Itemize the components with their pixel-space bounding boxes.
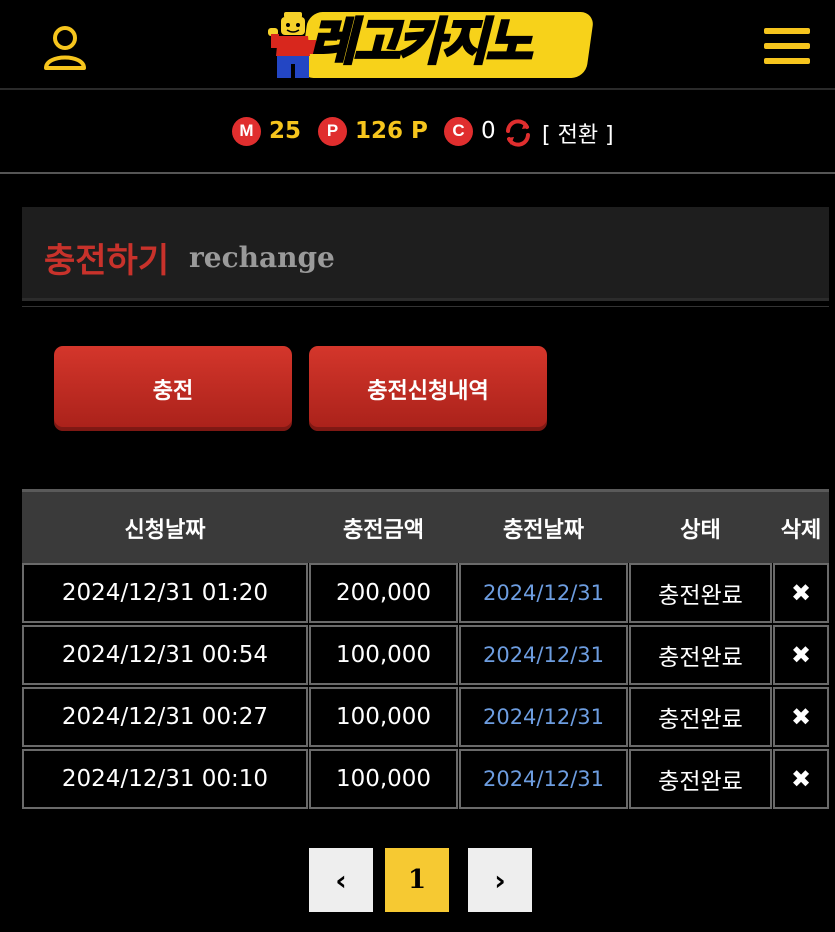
delete-icon[interactable]: ✖ bbox=[773, 687, 829, 747]
amount-cell: 100,000 bbox=[309, 625, 458, 685]
site-logo[interactable]: 레고카지노 bbox=[268, 8, 595, 80]
logo-text: 레고카지노 bbox=[309, 12, 534, 73]
requested-date-cell: 2024/12/31 00:54 bbox=[22, 625, 308, 685]
money-balance: M 25 bbox=[232, 116, 301, 146]
point-balance: P 126 P bbox=[318, 116, 428, 146]
charged-date-cell: 2024/12/31 bbox=[459, 749, 628, 809]
user-icon[interactable] bbox=[42, 24, 88, 72]
charge-history-button[interactable]: 충전신청내역 bbox=[309, 346, 547, 431]
table-row: 2024/12/31 00:27 100,000 2024/12/31 충전완료… bbox=[22, 687, 829, 749]
charged-date-cell: 2024/12/31 bbox=[459, 687, 628, 747]
header-status: 상태 bbox=[680, 518, 721, 543]
status-cell: 충전완료 bbox=[629, 563, 772, 623]
page-title: 충전하기 bbox=[44, 241, 170, 281]
prev-page-button[interactable]: ‹ bbox=[309, 848, 373, 912]
next-page-button[interactable]: › bbox=[468, 848, 532, 912]
header-charged-date: 충전날짜 bbox=[503, 518, 584, 543]
header-requested-date: 신청날짜 bbox=[124, 518, 206, 543]
current-page-button[interactable]: 1 bbox=[385, 848, 449, 912]
requested-date-cell: 2024/12/31 01:20 bbox=[22, 563, 308, 623]
delete-icon[interactable]: ✖ bbox=[773, 625, 829, 685]
table-header: 신청날짜 충전금액 충전날짜 상태 삭제 bbox=[22, 489, 829, 563]
swap-button[interactable]: [ 전환 ] bbox=[542, 117, 614, 149]
table-row: 2024/12/31 01:20 200,000 2024/12/31 충전완료… bbox=[22, 563, 829, 625]
header-delete: 삭제 bbox=[780, 518, 822, 543]
point-badge-icon: P bbox=[318, 116, 347, 146]
status-cell: 충전완료 bbox=[629, 687, 772, 747]
charge-button[interactable]: 충전 bbox=[54, 346, 292, 431]
top-header: 레고카지노 bbox=[0, 0, 835, 90]
casino-badge-icon: C bbox=[444, 116, 473, 146]
refresh-icon[interactable] bbox=[503, 118, 533, 148]
header-amount: 충전금액 bbox=[343, 518, 424, 543]
charged-date-cell: 2024/12/31 bbox=[459, 625, 628, 685]
amount-cell: 100,000 bbox=[309, 687, 458, 747]
charged-date-cell: 2024/12/31 bbox=[459, 563, 628, 623]
money-value: 25 bbox=[269, 118, 302, 144]
delete-icon[interactable]: ✖ bbox=[773, 563, 829, 623]
table-row: 2024/12/31 00:10 100,000 2024/12/31 충전완료… bbox=[22, 749, 829, 811]
amount-cell: 100,000 bbox=[309, 749, 458, 809]
section-header: 충전하기 rechange bbox=[22, 207, 829, 301]
casino-balance: C 0 bbox=[444, 116, 496, 146]
section-divider bbox=[22, 306, 829, 307]
charge-history-table: 신청날짜 충전금액 충전날짜 상태 삭제 2024/12/31 01:20 20… bbox=[22, 489, 829, 811]
delete-icon[interactable]: ✖ bbox=[773, 749, 829, 809]
requested-date-cell: 2024/12/31 00:10 bbox=[22, 749, 308, 809]
page-subtitle: rechange bbox=[189, 241, 335, 274]
status-cell: 충전완료 bbox=[629, 625, 772, 685]
status-cell: 충전완료 bbox=[629, 749, 772, 809]
table-row: 2024/12/31 00:54 100,000 2024/12/31 충전완료… bbox=[22, 625, 829, 687]
hamburger-menu-icon[interactable] bbox=[764, 28, 810, 68]
money-badge-icon: M bbox=[232, 116, 261, 146]
requested-date-cell: 2024/12/31 00:27 bbox=[22, 687, 308, 747]
casino-value: 0 bbox=[481, 118, 496, 144]
point-value: 126 P bbox=[355, 118, 428, 144]
amount-cell: 200,000 bbox=[309, 563, 458, 623]
